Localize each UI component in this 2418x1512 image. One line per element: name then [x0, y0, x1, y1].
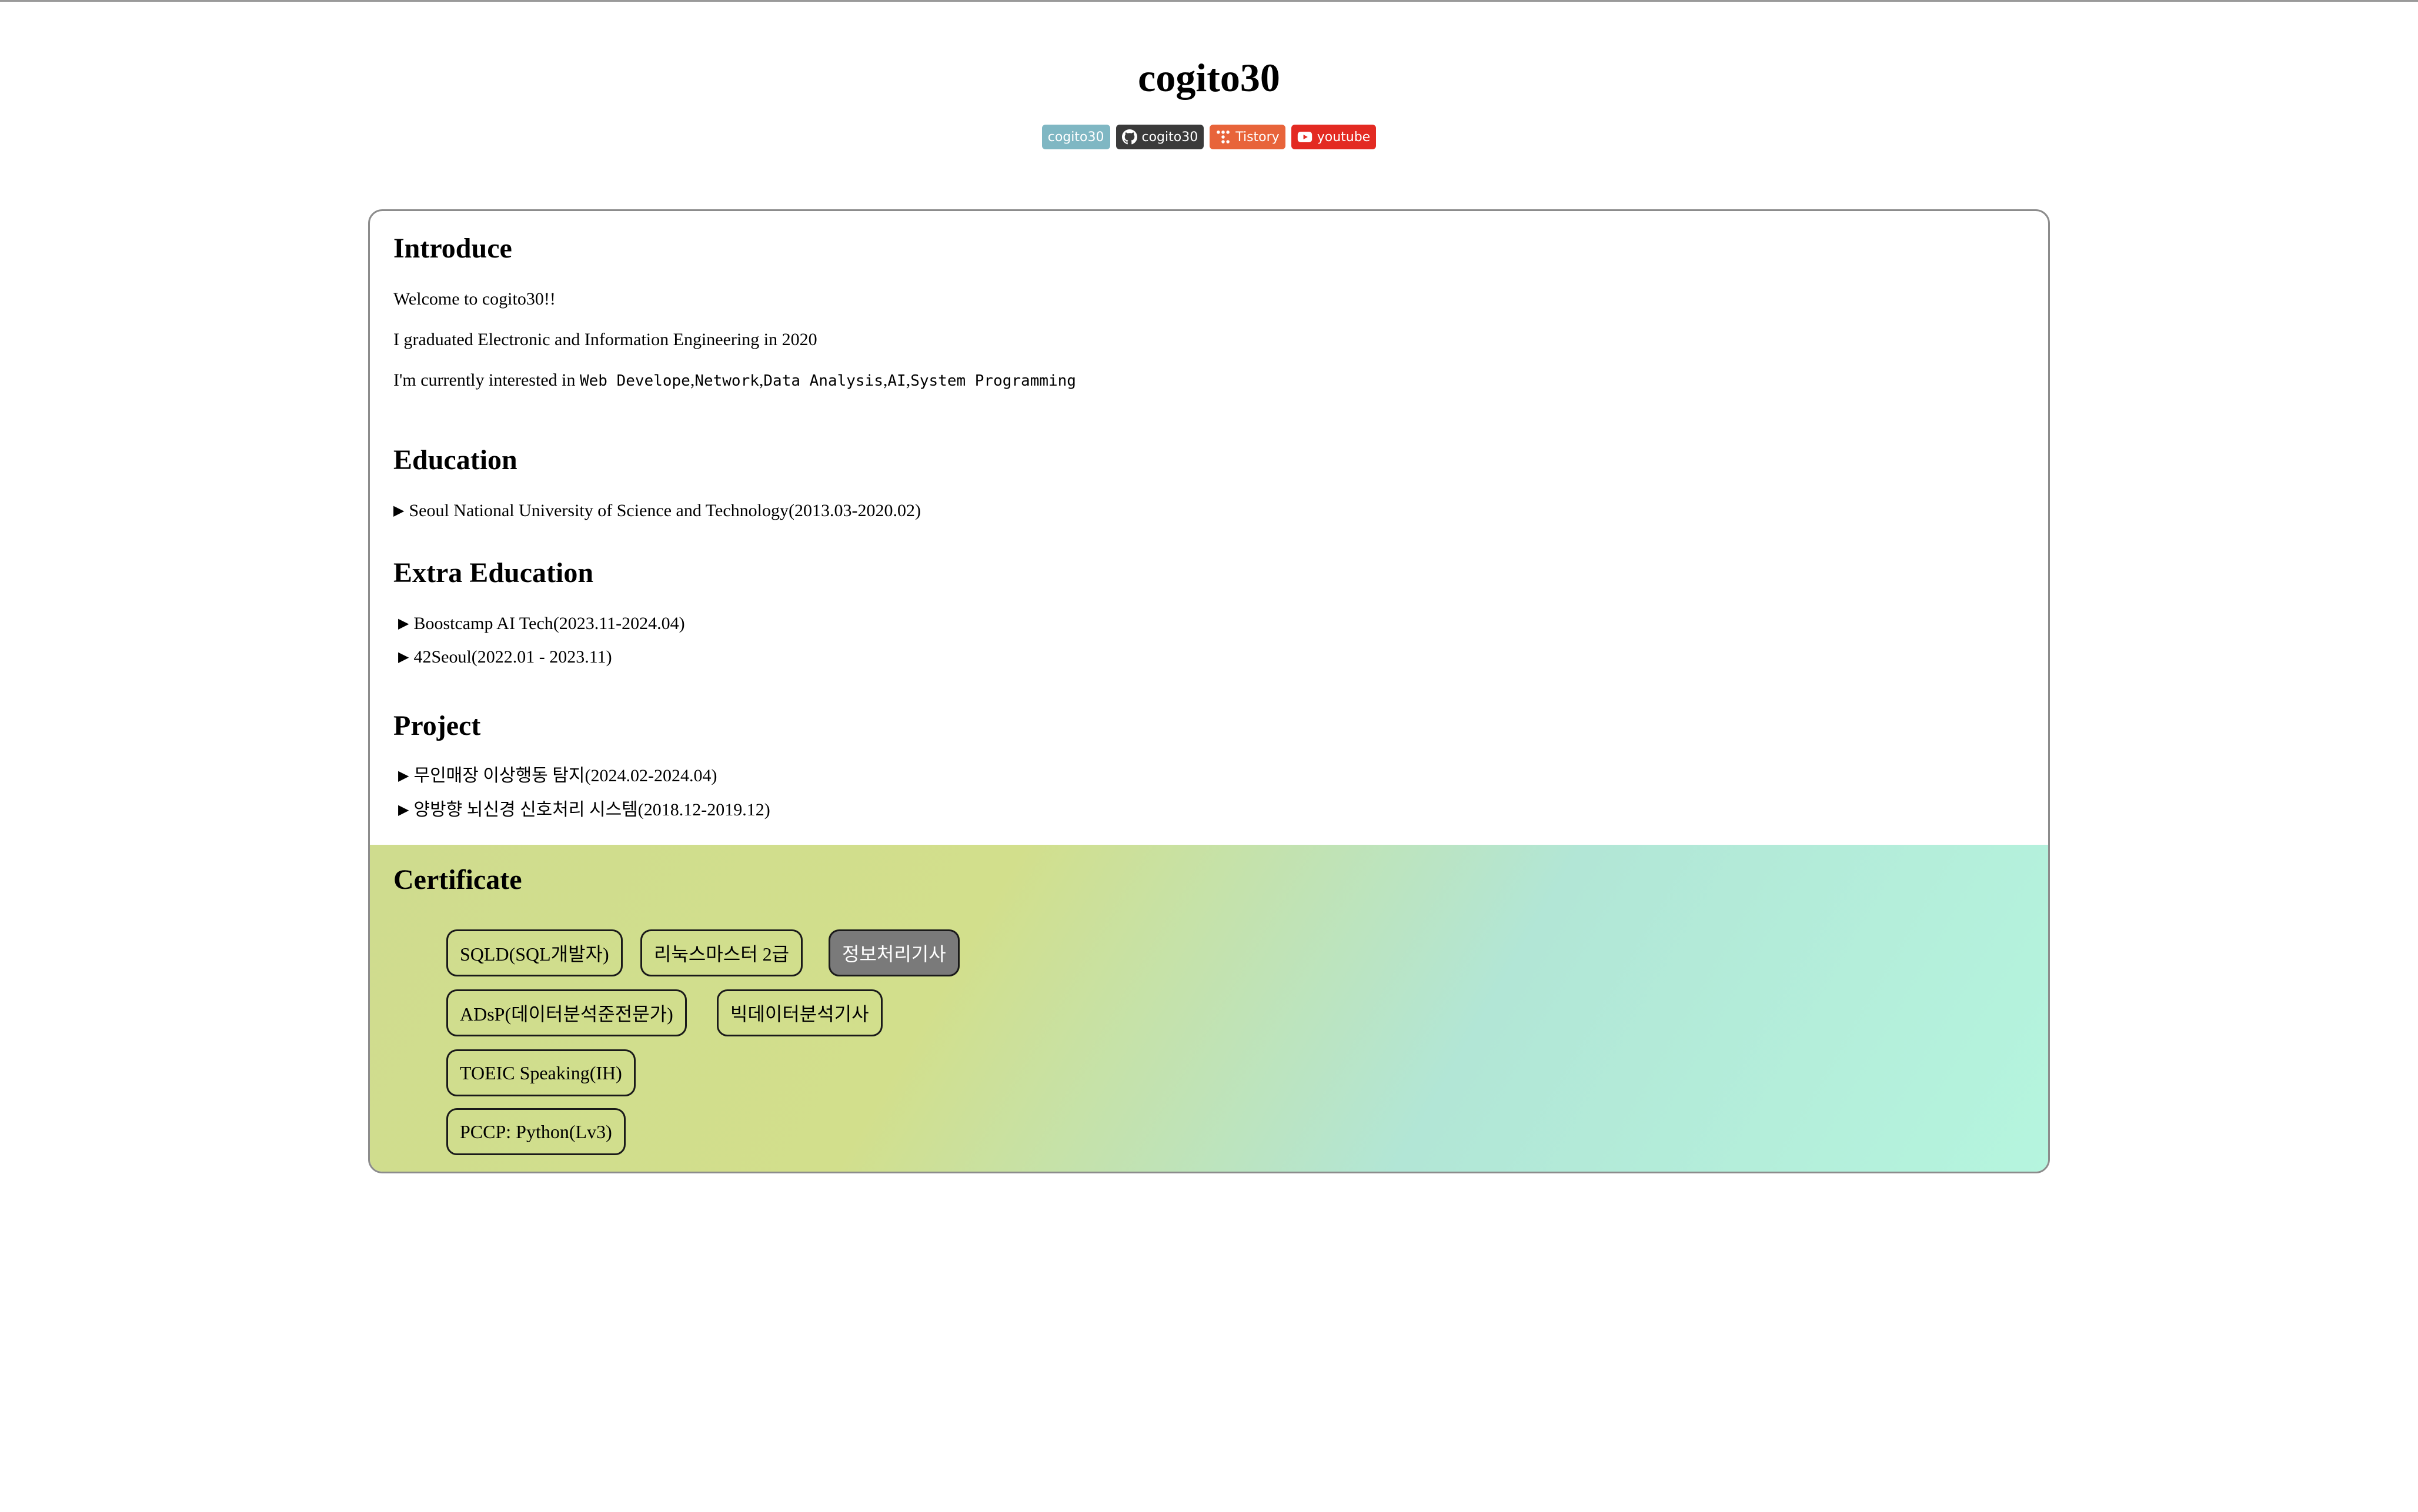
badge-row: cogito30 cogito30 Tistory youtube [0, 125, 2418, 150]
triangle-icon: ▶ [398, 650, 409, 665]
education-item[interactable]: ▶ Seoul National University of Science an… [393, 499, 921, 523]
project-item-label: 양방향 뇌신경 신호처리 시스템(2018.12-2019.12) [413, 800, 770, 819]
chip-label: TOEIC Speaking(IH) [460, 1062, 622, 1083]
certificate-section: Certificate SQLD(SQL개발자) 리눅스마스터 2급 정보처리기… [370, 845, 2048, 1172]
project-item-label: 무인매장 이상행동 탐지(2024.02-2024.04) [413, 766, 717, 785]
github-icon [1121, 129, 1137, 145]
certificate-title: Certificate [393, 864, 522, 895]
interests-prefix: I'm currently interested in [393, 370, 580, 390]
triangle-icon: ▶ [398, 768, 409, 784]
education-title: Education [393, 444, 517, 476]
chip-label: 정보처리기사 [842, 944, 946, 965]
chip-label: PCCP: Python(Lv3) [460, 1120, 612, 1142]
welcome-text: Welcome to cogito30!! [393, 289, 556, 309]
page-title: cogito30 [1138, 55, 1280, 100]
youtube-icon [1297, 129, 1312, 145]
extra-education-title: Extra Education [393, 557, 594, 588]
project-item[interactable]: ▶ 양방향 뇌신경 신호처리 시스템(2018.12-2019.12) [398, 798, 770, 822]
tistory-icon [1215, 129, 1231, 145]
tistory-badge[interactable]: Tistory [1210, 125, 1285, 149]
extra-education-item-label: Boostcamp AI Tech(2023.11-2024.04) [413, 614, 685, 633]
extra-education-item[interactable]: ▶ 42Seoul(2022.01 - 2023.11) [398, 645, 612, 669]
project-title: Project [393, 710, 481, 741]
certificate-chip-linux-master[interactable]: 리눅스마스터 2급 [640, 929, 803, 976]
certificate-chip-toeic-speaking[interactable]: TOEIC Speaking(IH) [446, 1049, 636, 1096]
certificate-chip-adsp[interactable]: ADsP(데이터분석준전문가) [446, 989, 687, 1036]
education-item-label: Seoul National University of Science and… [409, 501, 921, 520]
profile-card: Introduce Welcome to cogito30!! I gradua… [368, 209, 2050, 1173]
certificate-chip-sqld[interactable]: SQLD(SQL개발자) [446, 929, 623, 976]
top-border [0, 0, 2418, 2]
chip-label: 빅데이터분석기사 [730, 1003, 869, 1025]
extra-education-item-label: 42Seoul(2022.01 - 2023.11) [413, 647, 612, 667]
badge-label: cogito30 [1047, 129, 1104, 145]
certificate-chip-engineer-info-processing[interactable]: 정보처리기사 [829, 929, 960, 976]
badge-label: Tistory [1235, 129, 1280, 145]
certificate-chip-bigdata-analyst[interactable]: 빅데이터분석기사 [717, 989, 883, 1036]
badge-label: cogito30 [1141, 129, 1198, 145]
project-item[interactable]: ▶ 무인매장 이상행동 탐지(2024.02-2024.04) [398, 764, 717, 788]
certificate-chip-pccp[interactable]: PCCP: Python(Lv3) [446, 1108, 626, 1155]
interest-code: Data Analysis [763, 372, 883, 390]
interests-line: I'm currently interested in Web Develope… [393, 370, 1076, 390]
github-badge[interactable]: cogito30 [1116, 125, 1204, 149]
graduated-text: I graduated Electronic and Information E… [393, 330, 817, 349]
triangle-icon: ▶ [398, 616, 409, 631]
interest-code: Web Develope [579, 372, 690, 390]
triangle-icon: ▶ [393, 503, 405, 519]
badge-label: youtube [1317, 129, 1371, 145]
interest-code: System Programming [910, 372, 1076, 390]
chip-label: 리눅스마스터 2급 [654, 944, 790, 965]
chip-label: ADsP(데이터분석준전문가) [460, 1003, 673, 1025]
youtube-badge[interactable]: youtube [1291, 125, 1377, 149]
interest-code: Network [694, 372, 759, 390]
extra-education-item[interactable]: ▶ Boostcamp AI Tech(2023.11-2024.04) [398, 612, 685, 635]
interest-code: AI [887, 372, 906, 390]
introduce-title: Introduce [393, 233, 512, 264]
chip-label: SQLD(SQL개발자) [460, 944, 609, 965]
profile-badge[interactable]: cogito30 [1041, 125, 1110, 149]
triangle-icon: ▶ [398, 802, 409, 818]
